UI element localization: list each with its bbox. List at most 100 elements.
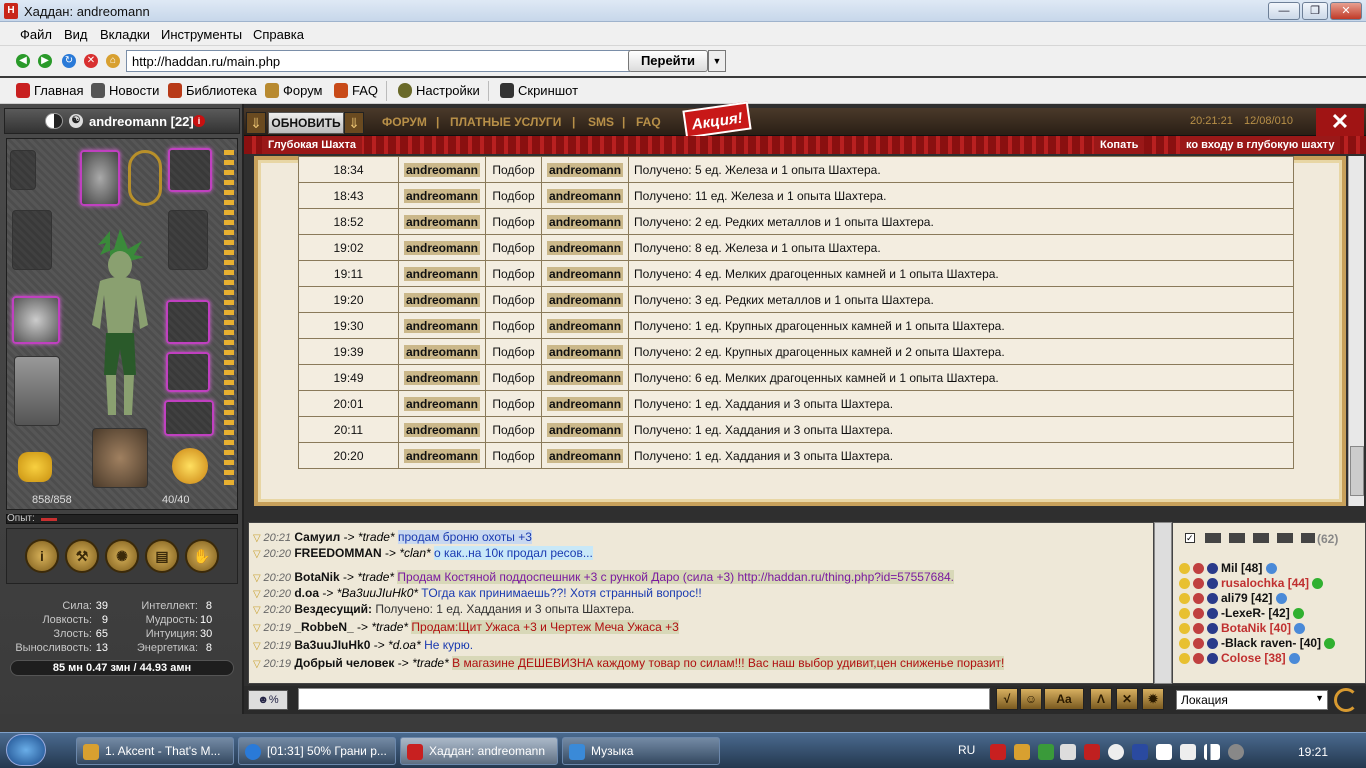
user-link[interactable]: andreomann: [404, 344, 481, 359]
settings-button[interactable]: ✹: [1142, 688, 1164, 710]
user-link[interactable]: andreomann: [547, 344, 624, 359]
player-name[interactable]: Mil [48]: [1221, 561, 1262, 575]
character-name[interactable]: andreomann [22]: [89, 114, 194, 129]
menu-view[interactable]: Вид: [64, 27, 88, 42]
player-item[interactable]: -LexeR- [42]: [1179, 606, 1307, 621]
bookmark-main[interactable]: Главная: [16, 83, 83, 98]
info-icon[interactable]: i: [193, 115, 205, 127]
menu-tools[interactable]: Инструменты: [161, 27, 242, 42]
go-button[interactable]: Перейти: [628, 50, 708, 72]
mask-button[interactable]: ☺: [1020, 688, 1042, 710]
bookmark-news[interactable]: Новости: [91, 83, 159, 98]
user-link[interactable]: andreomann: [547, 240, 624, 255]
bookmark-screenshot[interactable]: Скриншот: [500, 83, 578, 98]
player-info-icon[interactable]: [1293, 608, 1305, 620]
filter-icons[interactable]: [1205, 533, 1315, 543]
menu-tabs[interactable]: Вкладки: [100, 27, 150, 42]
player-name[interactable]: Colose [38]: [1221, 651, 1286, 665]
close-button[interactable]: ✕: [1330, 2, 1362, 20]
player-item[interactable]: ali79 [42]: [1179, 591, 1290, 606]
font-button[interactable]: Aa: [1044, 688, 1084, 710]
player-name[interactable]: ali79 [42]: [1221, 591, 1272, 605]
menu-help[interactable]: Справка: [253, 27, 304, 42]
ru-tray-icon[interactable]: [1132, 744, 1148, 760]
refresh-button[interactable]: ОБНОВИТЬ: [268, 112, 344, 134]
user-link[interactable]: andreomann: [547, 422, 624, 437]
info-button[interactable]: i: [25, 539, 59, 573]
player-info-icon[interactable]: [1312, 578, 1324, 590]
player-item[interactable]: BotaNik [40]: [1179, 621, 1308, 636]
deep-mine-link[interactable]: ко входу в глубокую шахту: [1180, 136, 1341, 154]
trade-button[interactable]: ✋: [185, 539, 219, 573]
lambda-button[interactable]: Λ: [1090, 688, 1112, 710]
inventory-button[interactable]: ⚒: [65, 539, 99, 573]
player-info-icon[interactable]: [1265, 563, 1277, 575]
bookmark-faq[interactable]: FAQ: [334, 83, 378, 98]
forward-icon[interactable]: ▶: [38, 54, 52, 68]
chat-nick[interactable]: FREEDOMMAN: [294, 546, 381, 560]
chat-nick[interactable]: BotaNik: [294, 570, 339, 584]
location-select[interactable]: Локация ▼: [1176, 690, 1328, 710]
minimize-button[interactable]: —: [1268, 2, 1300, 20]
user-link[interactable]: andreomann: [547, 448, 624, 463]
disc-icon[interactable]: [1108, 744, 1124, 760]
back-icon[interactable]: ◀: [16, 54, 30, 68]
page-scrollbar[interactable]: [1348, 156, 1364, 506]
refresh-icon[interactable]: ↻: [62, 54, 76, 68]
refresh-chat-icon[interactable]: [1334, 688, 1358, 712]
chat-scrollbar[interactable]: [1154, 522, 1172, 684]
task-browser[interactable]: [01:31] 50% Грани р...: [238, 737, 396, 765]
smiley-percent-icon[interactable]: ☻%: [248, 690, 288, 710]
chat-nick[interactable]: Ba3uuJIuHk0: [294, 638, 370, 652]
chat-channel[interactable]: *clan*: [399, 546, 430, 560]
user-link[interactable]: andreomann: [547, 214, 624, 229]
bookmark-library[interactable]: Библиотека: [168, 83, 257, 98]
slot-boots[interactable]: [92, 428, 148, 488]
arrow-down-icon[interactable]: ⇓: [246, 112, 266, 134]
slot-gloves[interactable]: [166, 300, 210, 344]
music-tray-icon[interactable]: [1014, 744, 1030, 760]
task-music[interactable]: Музыка: [562, 737, 720, 765]
book-button[interactable]: ▤: [145, 539, 179, 573]
chat-nick[interactable]: d.oa: [294, 586, 319, 600]
link-forum[interactable]: ФОРУМ: [382, 115, 427, 129]
language-indicator[interactable]: RU: [958, 743, 975, 757]
player-info-icon[interactable]: [1289, 653, 1301, 665]
slot-weapon-right[interactable]: [168, 210, 208, 270]
slot-armor[interactable]: [12, 296, 60, 344]
globe-icon[interactable]: [1228, 744, 1244, 760]
signal-icon[interactable]: [1204, 744, 1220, 760]
bookmark-forum[interactable]: Форум: [265, 83, 323, 98]
slot-bracers[interactable]: [166, 352, 210, 392]
network-tray-icon[interactable]: [1038, 744, 1054, 760]
user-link[interactable]: andreomann: [404, 396, 481, 411]
user-link[interactable]: andreomann: [404, 188, 481, 203]
sun-icon[interactable]: [172, 448, 208, 484]
scroll-thumb[interactable]: [1350, 446, 1364, 496]
user-link[interactable]: andreomann: [404, 448, 481, 463]
user-link[interactable]: andreomann: [547, 188, 624, 203]
flag-icon[interactable]: [1156, 744, 1172, 760]
slot-necklace[interactable]: [128, 150, 162, 206]
user-link[interactable]: andreomann: [404, 266, 481, 281]
user-link[interactable]: andreomann: [404, 214, 481, 229]
player-name[interactable]: -LexeR- [42]: [1221, 606, 1290, 620]
player-item[interactable]: -Black raven- [40]: [1179, 636, 1338, 651]
chat-nick[interactable]: Самуил: [294, 530, 340, 544]
chat-input[interactable]: [298, 688, 990, 710]
chat-channel[interactable]: *trade*: [412, 656, 449, 670]
slot-weapon-left[interactable]: [12, 210, 52, 270]
link-faq[interactable]: FAQ: [636, 115, 661, 129]
arrow-down-icon[interactable]: ⇓: [344, 112, 364, 134]
task-akcent[interactable]: 1. Akcent - That's M...: [76, 737, 234, 765]
slot-rings[interactable]: [168, 148, 212, 192]
menu-file[interactable]: Файл: [20, 27, 52, 42]
chat-channel[interactable]: *d.oa*: [388, 638, 421, 652]
user-link[interactable]: andreomann: [404, 370, 481, 385]
user-link[interactable]: andreomann: [404, 292, 481, 307]
player-info-icon[interactable]: [1275, 593, 1287, 605]
user-link[interactable]: andreomann: [404, 162, 481, 177]
url-input[interactable]: http://haddan.ru/main.php: [126, 50, 630, 72]
bookmark-settings[interactable]: Настройки: [398, 83, 480, 98]
user-link[interactable]: andreomann: [547, 318, 624, 333]
